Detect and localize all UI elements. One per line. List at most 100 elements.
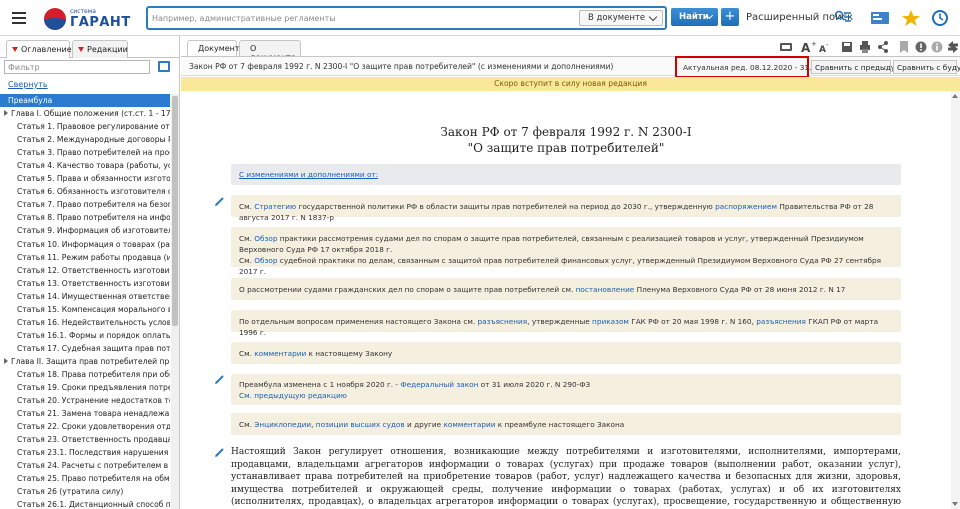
add-search-button[interactable]: + bbox=[721, 8, 739, 26]
toc-article[interactable]: Статья 2. Международные договоры Российс… bbox=[0, 133, 170, 146]
new-edition-notice[interactable]: Скоро вступит в силу новая редакция bbox=[181, 77, 960, 91]
scrollbar-thumb[interactable] bbox=[172, 96, 178, 326]
court-positions-link[interactable]: позиции высших судов bbox=[316, 420, 405, 429]
toc-article[interactable]: Статья 9. Информация об изготовителе (ис… bbox=[0, 224, 170, 237]
toc-article[interactable]: Статья 18. Права потребителя при обнаруж… bbox=[0, 368, 170, 381]
toc-chapter[interactable]: Глава I. Общие положения (ст.ст. 1 - 17) bbox=[0, 107, 170, 120]
encyclopedia-link[interactable]: Энциклопедии bbox=[254, 420, 311, 429]
compare-future-button[interactable]: Сравнить с будущей bbox=[893, 60, 960, 74]
expand-triangle-icon[interactable] bbox=[4, 357, 8, 364]
filter-input[interactable] bbox=[4, 60, 150, 74]
previous-edition-link[interactable]: См. предыдущую редакцию bbox=[239, 391, 347, 400]
toc-article[interactable]: Статья 25. Право потребителя на обмен то… bbox=[0, 472, 170, 485]
garant-logo[interactable]: система ГАРАНТ bbox=[44, 6, 134, 32]
toc-article[interactable]: Статья 7. Право потребителя на безопасно… bbox=[0, 198, 170, 211]
toc-item-label: Статья 4. Качество товара (работы, услуг… bbox=[17, 161, 170, 171]
swap-icon[interactable] bbox=[947, 40, 959, 54]
toc-article[interactable]: Статья 6. Обязанность изготовителя обесп… bbox=[0, 185, 170, 198]
font-increase-icon[interactable]: A + bbox=[801, 40, 817, 54]
tab-about-document[interactable]: О документе bbox=[239, 40, 301, 62]
toc-article[interactable]: Статья 16. Недействительность условий до… bbox=[0, 316, 170, 329]
clarification-link-2[interactable]: разъяснения bbox=[756, 317, 806, 326]
review-link-2[interactable]: Обзор bbox=[254, 256, 277, 265]
toc-article[interactable]: Статья 24. Расчеты с потребителем в случ… bbox=[0, 459, 170, 472]
toc-article[interactable]: Статья 17. Судебная защита прав потребит… bbox=[0, 342, 170, 355]
changes-link[interactable]: С изменениями и дополнениями от: bbox=[239, 170, 378, 179]
toc-article[interactable]: Статья 20. Устранение недостатков товара… bbox=[0, 394, 170, 407]
note-text: См. bbox=[239, 256, 255, 265]
find-button[interactable]: Найти bbox=[671, 8, 718, 26]
advanced-search-icon[interactable] bbox=[834, 10, 852, 24]
toc-article[interactable]: Статья 12. Ответственность изготовителя … bbox=[0, 264, 170, 277]
toc-article[interactable]: Статья 15. Компенсация морального вреда bbox=[0, 303, 170, 316]
tab-editions[interactable]: Редакции bbox=[72, 40, 128, 58]
toc-article[interactable]: Статья 23.1. Последствия нарушения прода… bbox=[0, 446, 170, 459]
toc-article[interactable]: Статья 19. Сроки предъявления потребител… bbox=[0, 381, 170, 394]
note-text: , утвержденные bbox=[527, 317, 593, 326]
toc-item-label: Статья 8. Право потребителя на информаци… bbox=[17, 213, 170, 223]
toc-item-label: Статья 22. Сроки удовлетворения отдельны… bbox=[17, 422, 170, 432]
pen-icon[interactable] bbox=[215, 447, 225, 457]
scroll-down-icon[interactable] bbox=[952, 502, 958, 506]
toc-article[interactable]: Статья 8. Право потребителя на информаци… bbox=[0, 211, 170, 224]
toc-article[interactable]: Статья 26.1. Дистанционный способ продаж… bbox=[0, 498, 170, 509]
pen-icon[interactable] bbox=[215, 196, 225, 206]
note-text: См. bbox=[239, 202, 255, 211]
search-scope-select[interactable]: В документе bbox=[579, 10, 663, 26]
clarification-link[interactable]: разъяснения bbox=[477, 317, 527, 326]
toc-article[interactable]: Статья 4. Качество товара (работы, услуг… bbox=[0, 159, 170, 172]
comments-link[interactable]: комментарии bbox=[254, 349, 306, 358]
share-icon[interactable] bbox=[877, 40, 889, 54]
menu-icon[interactable] bbox=[12, 12, 26, 24]
tab-contents[interactable]: Оглавление bbox=[6, 40, 72, 58]
save-icon[interactable] bbox=[841, 40, 853, 54]
collapse-link[interactable]: Свернуть bbox=[8, 80, 48, 89]
toc-chapter[interactable]: Глава II. Защита прав потребителей при п… bbox=[0, 355, 170, 368]
actual-edition-button[interactable]: Актуальная ред. 08.12.2020 - 31.03.2021 bbox=[675, 56, 842, 78]
strategy-link[interactable]: Стратегию bbox=[254, 202, 296, 211]
search-input[interactable] bbox=[152, 11, 572, 25]
toc-article[interactable]: Статья 1. Правовое регулирование отношен… bbox=[0, 120, 170, 133]
toc-item-label: Статья 18. Права потребителя при обнаруж… bbox=[17, 369, 170, 379]
toc-item-selected[interactable]: Преамбула bbox=[0, 94, 170, 108]
document-scrollbar[interactable] bbox=[951, 91, 960, 509]
toc-article[interactable]: Статья 3. Право потребителей на просвеще… bbox=[0, 146, 170, 159]
compare-previous-button[interactable]: Сравнить с предыдущей bbox=[811, 60, 912, 74]
pen-icon[interactable] bbox=[215, 374, 225, 384]
toc-article[interactable]: Статья 11. Режим работы продавца (исполн… bbox=[0, 251, 170, 264]
toc-article[interactable]: Статья 26 (утратила силу) bbox=[0, 485, 170, 498]
chip-icon[interactable] bbox=[779, 40, 793, 54]
toc-article[interactable]: Статья 5. Права и обязанности изготовите… bbox=[0, 172, 170, 185]
note-comments: См. комментарии к настоящему Закону bbox=[231, 342, 901, 364]
review-link[interactable]: Обзор bbox=[254, 234, 277, 243]
expand-triangle-icon[interactable] bbox=[4, 110, 8, 117]
toc-article[interactable]: Статья 23. Ответственность продавца (изг… bbox=[0, 433, 170, 446]
resolution-link[interactable]: постановление bbox=[576, 285, 635, 294]
document-header: Закон РФ от 7 февраля 1992 г. N 2300-I "… bbox=[181, 56, 960, 78]
toc-item-label: Преамбула bbox=[8, 96, 53, 105]
filter-toggle[interactable] bbox=[158, 61, 170, 72]
toc-article[interactable]: Статья 21. Замена товара ненадлежащего к… bbox=[0, 407, 170, 420]
print-icon[interactable] bbox=[859, 40, 871, 54]
comments-link-2[interactable]: комментарии bbox=[443, 420, 495, 429]
warning-icon[interactable] bbox=[915, 40, 927, 54]
history-icon[interactable] bbox=[930, 9, 950, 27]
font-decrease-icon[interactable]: A- bbox=[819, 40, 831, 54]
scroll-up-icon[interactable] bbox=[952, 94, 958, 98]
star-icon[interactable] bbox=[901, 9, 921, 27]
toc-article[interactable]: Статья 10. Информация о товарах (работах… bbox=[0, 238, 170, 251]
bookmark-icon[interactable] bbox=[899, 40, 909, 54]
toc-item-label: Статья 11. Режим работы продавца (исполн… bbox=[17, 252, 170, 262]
left-scrollbar[interactable] bbox=[171, 94, 179, 509]
toc-article[interactable]: Статья 14. Имущественная ответственность… bbox=[0, 290, 170, 303]
bookmarks-icon[interactable] bbox=[870, 9, 890, 27]
order-link[interactable]: распоряжением bbox=[715, 202, 777, 211]
tab-document[interactable]: Документ bbox=[187, 40, 240, 56]
toc-item-label: Статья 23. Ответственность продавца (изг… bbox=[17, 435, 170, 445]
decree-link[interactable]: приказом bbox=[592, 317, 629, 326]
info-icon[interactable] bbox=[931, 40, 943, 54]
federal-law-link[interactable]: Федеральный закон bbox=[400, 380, 478, 389]
toc-article[interactable]: Статья 16.1. Формы и порядок оплаты при … bbox=[0, 329, 170, 342]
toc-article[interactable]: Статья 13. Ответственность изготовителя … bbox=[0, 277, 170, 290]
toc-article[interactable]: Статья 22. Сроки удовлетворения отдельны… bbox=[0, 420, 170, 433]
